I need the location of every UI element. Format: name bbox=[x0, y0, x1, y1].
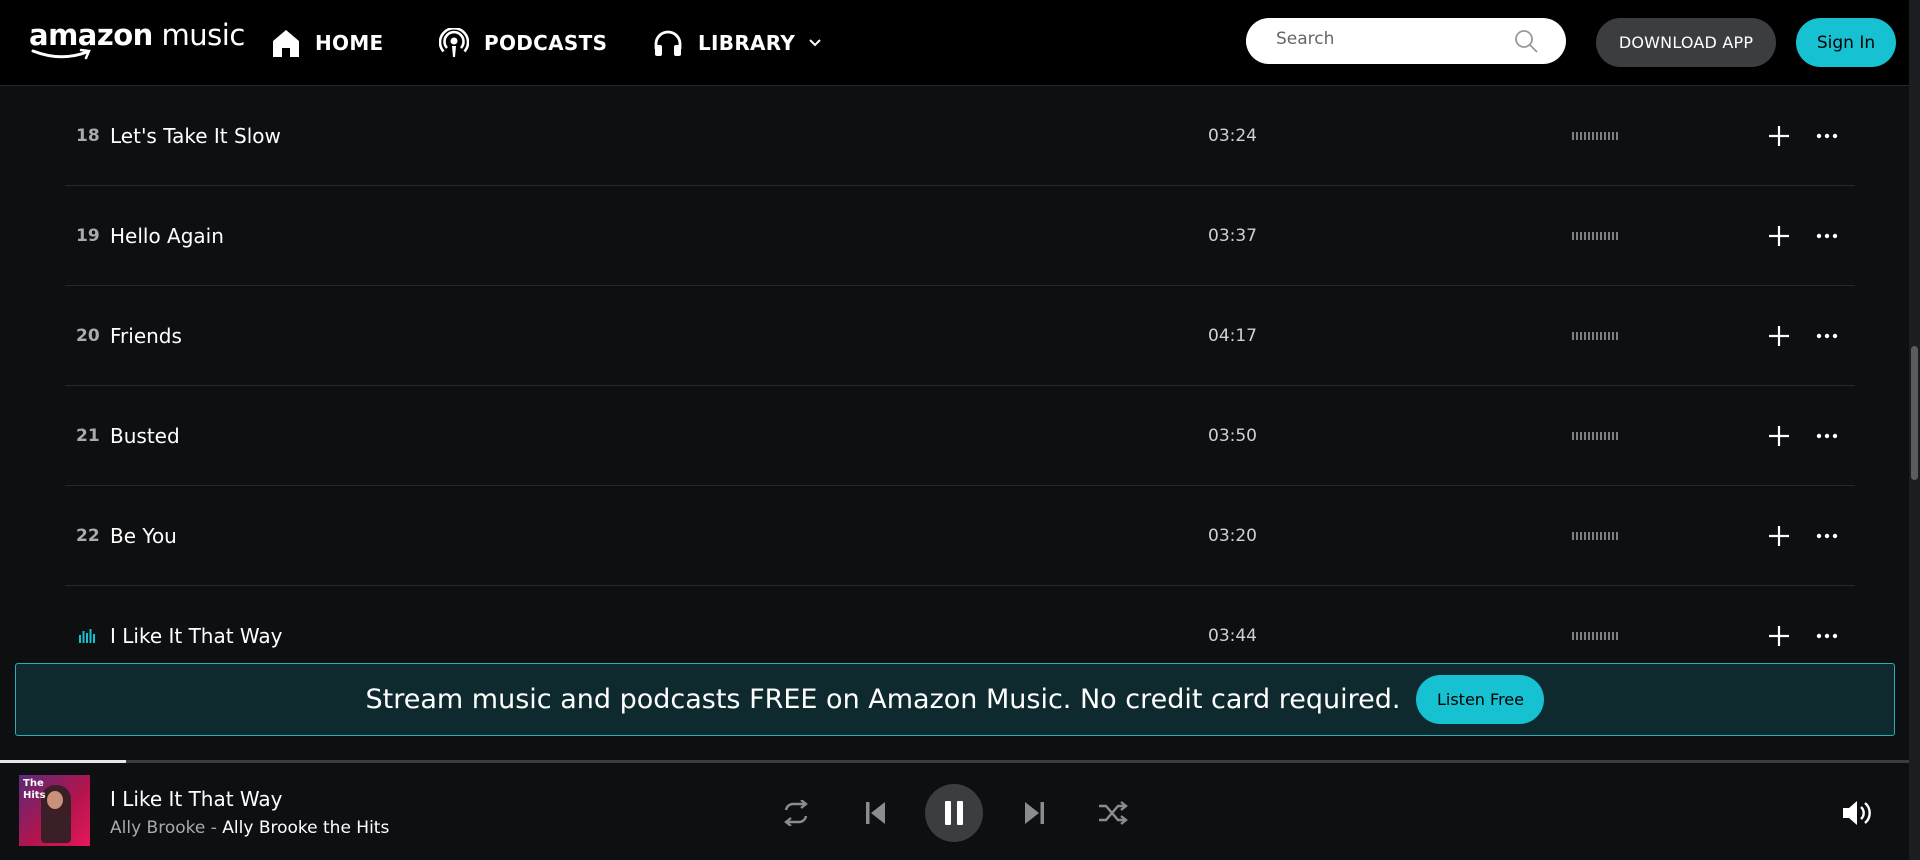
track-duration: 03:20 bbox=[1208, 525, 1257, 546]
track-title[interactable]: Busted bbox=[110, 386, 180, 485]
logo-music: music bbox=[161, 18, 246, 52]
home-icon bbox=[273, 30, 299, 57]
track-title[interactable]: Be You bbox=[110, 486, 177, 585]
pause-button[interactable] bbox=[925, 784, 983, 842]
nav-library-label: LIBRARY bbox=[698, 31, 796, 55]
track-title[interactable]: Friends bbox=[110, 286, 182, 385]
track-title[interactable]: Hello Again bbox=[110, 186, 224, 285]
more-icon[interactable] bbox=[1816, 424, 1838, 448]
smile-arrow-icon bbox=[31, 48, 91, 60]
now-playing-artist[interactable]: Ally Brooke bbox=[110, 818, 205, 838]
track-title[interactable]: Let's Take It Slow bbox=[110, 86, 281, 185]
top-header: amazon music HOME PODCASTS LIBRARY DOWNL… bbox=[0, 0, 1909, 86]
plus-icon[interactable] bbox=[1767, 424, 1791, 448]
promo-banner: Stream music and podcasts FREE on Amazon… bbox=[15, 663, 1895, 736]
more-icon[interactable] bbox=[1816, 224, 1838, 248]
listen-free-button[interactable]: Listen Free bbox=[1416, 675, 1545, 724]
popularity-meter bbox=[1572, 432, 1618, 440]
popularity-meter bbox=[1572, 332, 1618, 340]
more-icon[interactable] bbox=[1816, 624, 1838, 648]
track-duration: 03:24 bbox=[1208, 125, 1257, 146]
page-scrollbar[interactable] bbox=[1909, 0, 1920, 860]
track-duration: 03:50 bbox=[1208, 425, 1257, 446]
next-icon[interactable] bbox=[1024, 802, 1044, 824]
popularity-meter bbox=[1572, 532, 1618, 540]
logo-text: amazon music bbox=[29, 20, 245, 50]
search-box[interactable] bbox=[1246, 18, 1566, 64]
plus-icon[interactable] bbox=[1767, 624, 1791, 648]
plus-icon[interactable] bbox=[1767, 524, 1791, 548]
now-playing-subtitle: Ally Brooke - Ally Brooke the Hits bbox=[110, 818, 389, 838]
playback-progress[interactable] bbox=[0, 760, 126, 763]
search-icon[interactable] bbox=[1514, 29, 1538, 53]
nav-podcasts[interactable]: PODCASTS bbox=[439, 0, 607, 86]
track-row[interactable]: 21 Busted 03:50 bbox=[65, 386, 1855, 486]
more-icon[interactable] bbox=[1816, 524, 1838, 548]
promo-text: Stream music and podcasts FREE on Amazon… bbox=[365, 684, 1401, 715]
more-icon[interactable] bbox=[1816, 324, 1838, 348]
track-duration: 03:37 bbox=[1208, 225, 1257, 246]
track-row[interactable]: 19 Hello Again 03:37 bbox=[65, 186, 1855, 286]
more-icon[interactable] bbox=[1816, 124, 1838, 148]
track-row[interactable]: 20 Friends 04:17 bbox=[65, 286, 1855, 386]
popularity-meter bbox=[1572, 132, 1618, 140]
track-number: 22 bbox=[76, 525, 100, 546]
search-input[interactable] bbox=[1276, 29, 1496, 49]
track-row[interactable]: 22 Be You 03:20 bbox=[65, 486, 1855, 586]
shuffle-icon[interactable] bbox=[1099, 801, 1129, 825]
logo-amazon: amazon bbox=[29, 18, 153, 52]
now-playing-album[interactable]: Ally Brooke the Hits bbox=[222, 818, 389, 838]
track-number: 18 bbox=[76, 125, 100, 146]
sign-in-button[interactable]: Sign In bbox=[1796, 18, 1896, 67]
art-face bbox=[47, 791, 63, 809]
player-bar: The Hits I Like It That Way Ally Brooke … bbox=[0, 760, 1909, 860]
nav-podcasts-label: PODCASTS bbox=[484, 31, 608, 55]
track-list: 18 Let's Take It Slow 03:24 19 Hello Aga… bbox=[0, 86, 1909, 760]
download-app-button[interactable]: DOWNLOAD APP bbox=[1596, 18, 1776, 67]
now-playing-title[interactable]: I Like It That Way bbox=[110, 787, 283, 811]
repeat-icon[interactable] bbox=[780, 800, 812, 826]
subtitle-separator: - bbox=[205, 818, 223, 838]
track-number: 20 bbox=[76, 325, 100, 346]
track-number: 21 bbox=[76, 425, 100, 446]
popularity-meter bbox=[1572, 632, 1618, 640]
plus-icon[interactable] bbox=[1767, 124, 1791, 148]
track-number: 19 bbox=[76, 225, 100, 246]
popularity-meter bbox=[1572, 232, 1618, 240]
album-art-label: The Hits bbox=[23, 778, 46, 801]
amazon-music-logo[interactable]: amazon music bbox=[29, 20, 245, 60]
equalizer-icon bbox=[79, 629, 95, 643]
headphones-icon bbox=[654, 30, 682, 56]
scrollbar-thumb[interactable] bbox=[1911, 346, 1918, 480]
previous-icon[interactable] bbox=[866, 802, 886, 824]
track-row[interactable]: 18 Let's Take It Slow 03:24 bbox=[65, 86, 1855, 186]
pause-icon bbox=[945, 801, 963, 825]
chevron-down-icon[interactable] bbox=[809, 39, 821, 47]
nav-home[interactable]: HOME bbox=[272, 0, 384, 86]
volume-icon[interactable] bbox=[1842, 800, 1872, 826]
plus-icon[interactable] bbox=[1767, 324, 1791, 348]
nav-home-label: HOME bbox=[315, 31, 384, 55]
nav-library[interactable]: LIBRARY bbox=[653, 0, 821, 86]
plus-icon[interactable] bbox=[1767, 224, 1791, 248]
podcast-icon bbox=[439, 28, 469, 57]
album-art[interactable]: The Hits bbox=[19, 775, 90, 846]
track-duration: 04:17 bbox=[1208, 325, 1257, 346]
